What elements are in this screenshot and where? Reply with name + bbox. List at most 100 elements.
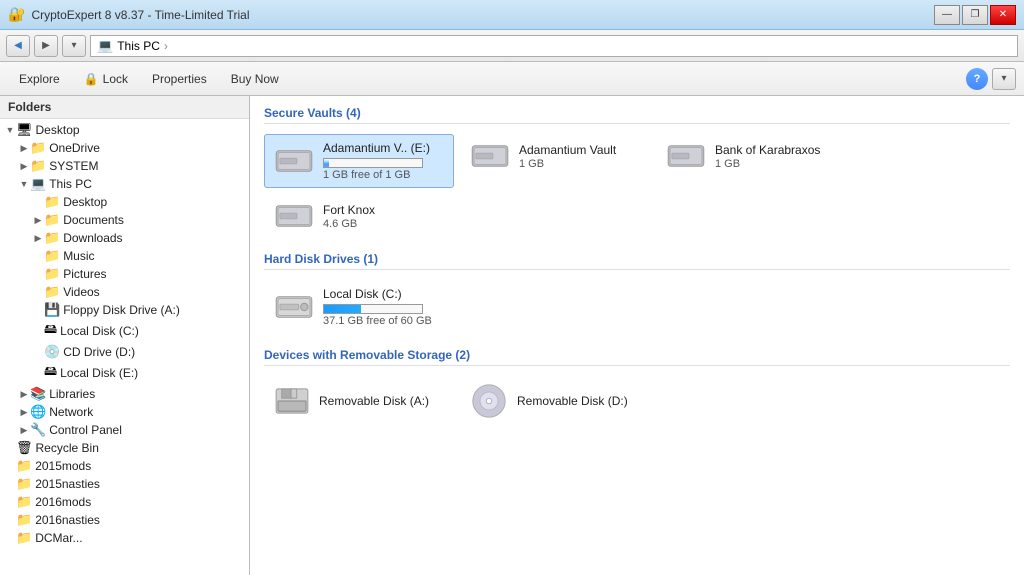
toolbar: Explore 🔒 Lock Properties Buy Now ? ▾ xyxy=(0,62,1024,96)
lock-button[interactable]: 🔒 Lock xyxy=(73,66,139,92)
sidebar-item-5[interactable]: ▶ 📁 Documents xyxy=(0,211,249,229)
vault-item-0[interactable]: Adamantium V.. (E:) 1 GB free of 1 GB xyxy=(264,134,454,188)
item-icon-7: 📁 xyxy=(44,248,60,264)
restore-button[interactable]: ❐ xyxy=(962,5,988,25)
item-icon-22: 📁 xyxy=(16,530,32,546)
sidebar-item-0[interactable]: ▼ 🖥 Desktop xyxy=(0,121,249,139)
expand-icon-7 xyxy=(32,250,44,262)
expand-icon-14[interactable]: ▶ xyxy=(18,388,30,400)
sidebar-item-15[interactable]: ▶ 🌐 Network xyxy=(0,403,249,421)
explore-button[interactable]: Explore xyxy=(8,66,71,92)
sidebar-item-11[interactable]: 🖴 Local Disk (C:) xyxy=(0,319,249,343)
vault-item-1[interactable]: Adamantium Vault 1 GB xyxy=(460,134,650,188)
address-field[interactable]: 💻 This PC › xyxy=(90,35,1018,57)
properties-button[interactable]: Properties xyxy=(141,66,218,92)
help-button[interactable]: ? xyxy=(966,68,988,90)
expand-icon-1[interactable]: ▶ xyxy=(18,142,30,154)
item-label-18: 2015mods xyxy=(35,459,91,473)
expand-icon-3[interactable]: ▼ xyxy=(18,178,30,190)
item-icon-21: 📁 xyxy=(16,512,32,528)
vault-size-0: 1 GB free of 1 GB xyxy=(323,169,430,181)
item-label-3: This PC xyxy=(49,177,92,191)
vault-info-2: Bank of Karabraxos 1 GB xyxy=(715,143,820,170)
sidebar-item-14[interactable]: ▶ 📚 Libraries xyxy=(0,385,249,403)
vault-size-2: 1 GB xyxy=(715,158,820,170)
item-label-15: Network xyxy=(49,405,93,419)
sidebar-item-4[interactable]: 📁 Desktop xyxy=(0,193,249,211)
address-bar: ◀ ▶ ▾ 💻 This PC › xyxy=(0,30,1024,62)
vault-progress-0 xyxy=(323,158,423,168)
expand-icon-22 xyxy=(4,532,16,544)
expand-icon-5[interactable]: ▶ xyxy=(32,214,44,226)
lock-label: Lock xyxy=(103,72,128,86)
removable-grid: Removable Disk (A:) Removable Disk (D:) xyxy=(264,376,1010,426)
sidebar-item-16[interactable]: ▶ 🔧 Control Panel xyxy=(0,421,249,439)
buynow-label: Buy Now xyxy=(231,72,279,86)
item-icon-10: 💾 xyxy=(44,302,60,318)
hdd-svg xyxy=(273,292,315,322)
sidebar-item-12[interactable]: 💿 CD Drive (D:) xyxy=(0,343,249,361)
sidebar-item-1[interactable]: ▶ 📁 OneDrive xyxy=(0,139,249,157)
item-icon-16: 🔧 xyxy=(30,422,46,438)
expand-icon-20 xyxy=(4,496,16,508)
address-path: This PC xyxy=(117,39,160,53)
expand-icon-6[interactable]: ▶ xyxy=(32,232,44,244)
tree-container[interactable]: ▼ 🖥 Desktop ▶ 📁 OneDrive ▶ 📁 SYSTEM ▼ 💻 … xyxy=(0,119,249,575)
sidebar-item-17[interactable]: 🗑 Recycle Bin xyxy=(0,439,249,457)
item-label-11: Local Disk (C:) xyxy=(60,324,139,338)
sidebar-item-6[interactable]: ▶ 📁 Downloads xyxy=(0,229,249,247)
view-dropdown-button[interactable]: ▾ xyxy=(992,68,1016,90)
vault-item-3[interactable]: Fort Knox 4.6 GB xyxy=(264,194,454,238)
hdd-name-0: Local Disk (C:) xyxy=(323,287,432,301)
vault-info-0: Adamantium V.. (E:) 1 GB free of 1 GB xyxy=(323,141,430,181)
removable-item-1[interactable]: Removable Disk (D:) xyxy=(460,376,650,426)
sidebar-item-10[interactable]: 💾 Floppy Disk Drive (A:) xyxy=(0,301,249,319)
expand-icon-9 xyxy=(32,286,44,298)
hdd-progress-bar-0 xyxy=(324,305,361,313)
expand-icon-18 xyxy=(4,460,16,472)
sidebar-item-22[interactable]: 📁 DCMar... xyxy=(0,529,249,547)
vault-disk-svg xyxy=(273,146,315,176)
close-button[interactable]: ✕ xyxy=(990,5,1016,25)
sidebar-item-20[interactable]: 📁 2016mods xyxy=(0,493,249,511)
hard-disk-header: Hard Disk Drives (1) xyxy=(264,252,1010,270)
sidebar-item-18[interactable]: 📁 2015mods xyxy=(0,457,249,475)
vault-name-0: Adamantium V.. (E:) xyxy=(323,141,430,155)
removable-item-0[interactable]: Removable Disk (A:) xyxy=(264,376,454,426)
back-button[interactable]: ◀ xyxy=(6,35,30,57)
forward-button[interactable]: ▶ xyxy=(34,35,58,57)
expand-icon-0[interactable]: ▼ xyxy=(4,124,16,136)
sidebar-item-9[interactable]: 📁 Videos xyxy=(0,283,249,301)
buynow-button[interactable]: Buy Now xyxy=(220,66,290,92)
sidebar-item-19[interactable]: 📁 2015nasties xyxy=(0,475,249,493)
dropdown-nav-button[interactable]: ▾ xyxy=(62,35,86,57)
vault-disk-svg xyxy=(273,201,315,231)
toolbar-right: ? ▾ xyxy=(966,68,1016,90)
vault-info-3: Fort Knox 4.6 GB xyxy=(323,203,375,230)
item-label-8: Pictures xyxy=(63,267,106,281)
sidebar-item-3[interactable]: ▼ 💻 This PC xyxy=(0,175,249,193)
vault-inner-1: Adamantium Vault 1 GB xyxy=(469,141,641,171)
vault-item-2[interactable]: Bank of Karabraxos 1 GB xyxy=(656,134,846,188)
item-label-9: Videos xyxy=(63,285,99,299)
vault-grid: Adamantium V.. (E:) 1 GB free of 1 GB Ad… xyxy=(264,134,1010,238)
item-label-5: Documents xyxy=(63,213,124,227)
item-icon-3: 💻 xyxy=(30,176,46,192)
minimize-button[interactable]: — xyxy=(934,5,960,25)
sidebar-item-8[interactable]: 📁 Pictures xyxy=(0,265,249,283)
removable-name-0: Removable Disk (A:) xyxy=(319,394,429,408)
lock-icon: 🔒 xyxy=(84,72,99,86)
vault-size-1: 1 GB xyxy=(519,158,616,170)
sidebar-item-13[interactable]: 🖴 Local Disk (E:) xyxy=(0,361,249,385)
folders-header: Folders xyxy=(0,96,249,119)
expand-icon-16[interactable]: ▶ xyxy=(18,424,30,436)
sidebar-item-7[interactable]: 📁 Music xyxy=(0,247,249,265)
expand-icon-2[interactable]: ▶ xyxy=(18,160,30,172)
hdd-item-0[interactable]: Local Disk (C:) 37.1 GB free of 60 GB xyxy=(264,280,454,334)
vault-disk-svg xyxy=(469,141,511,171)
expand-icon-15[interactable]: ▶ xyxy=(18,406,30,418)
vault-inner-3: Fort Knox 4.6 GB xyxy=(273,201,445,231)
sidebar-item-2[interactable]: ▶ 📁 SYSTEM xyxy=(0,157,249,175)
hdd-grid: Local Disk (C:) 37.1 GB free of 60 GB xyxy=(264,280,1010,334)
sidebar-item-21[interactable]: 📁 2016nasties xyxy=(0,511,249,529)
